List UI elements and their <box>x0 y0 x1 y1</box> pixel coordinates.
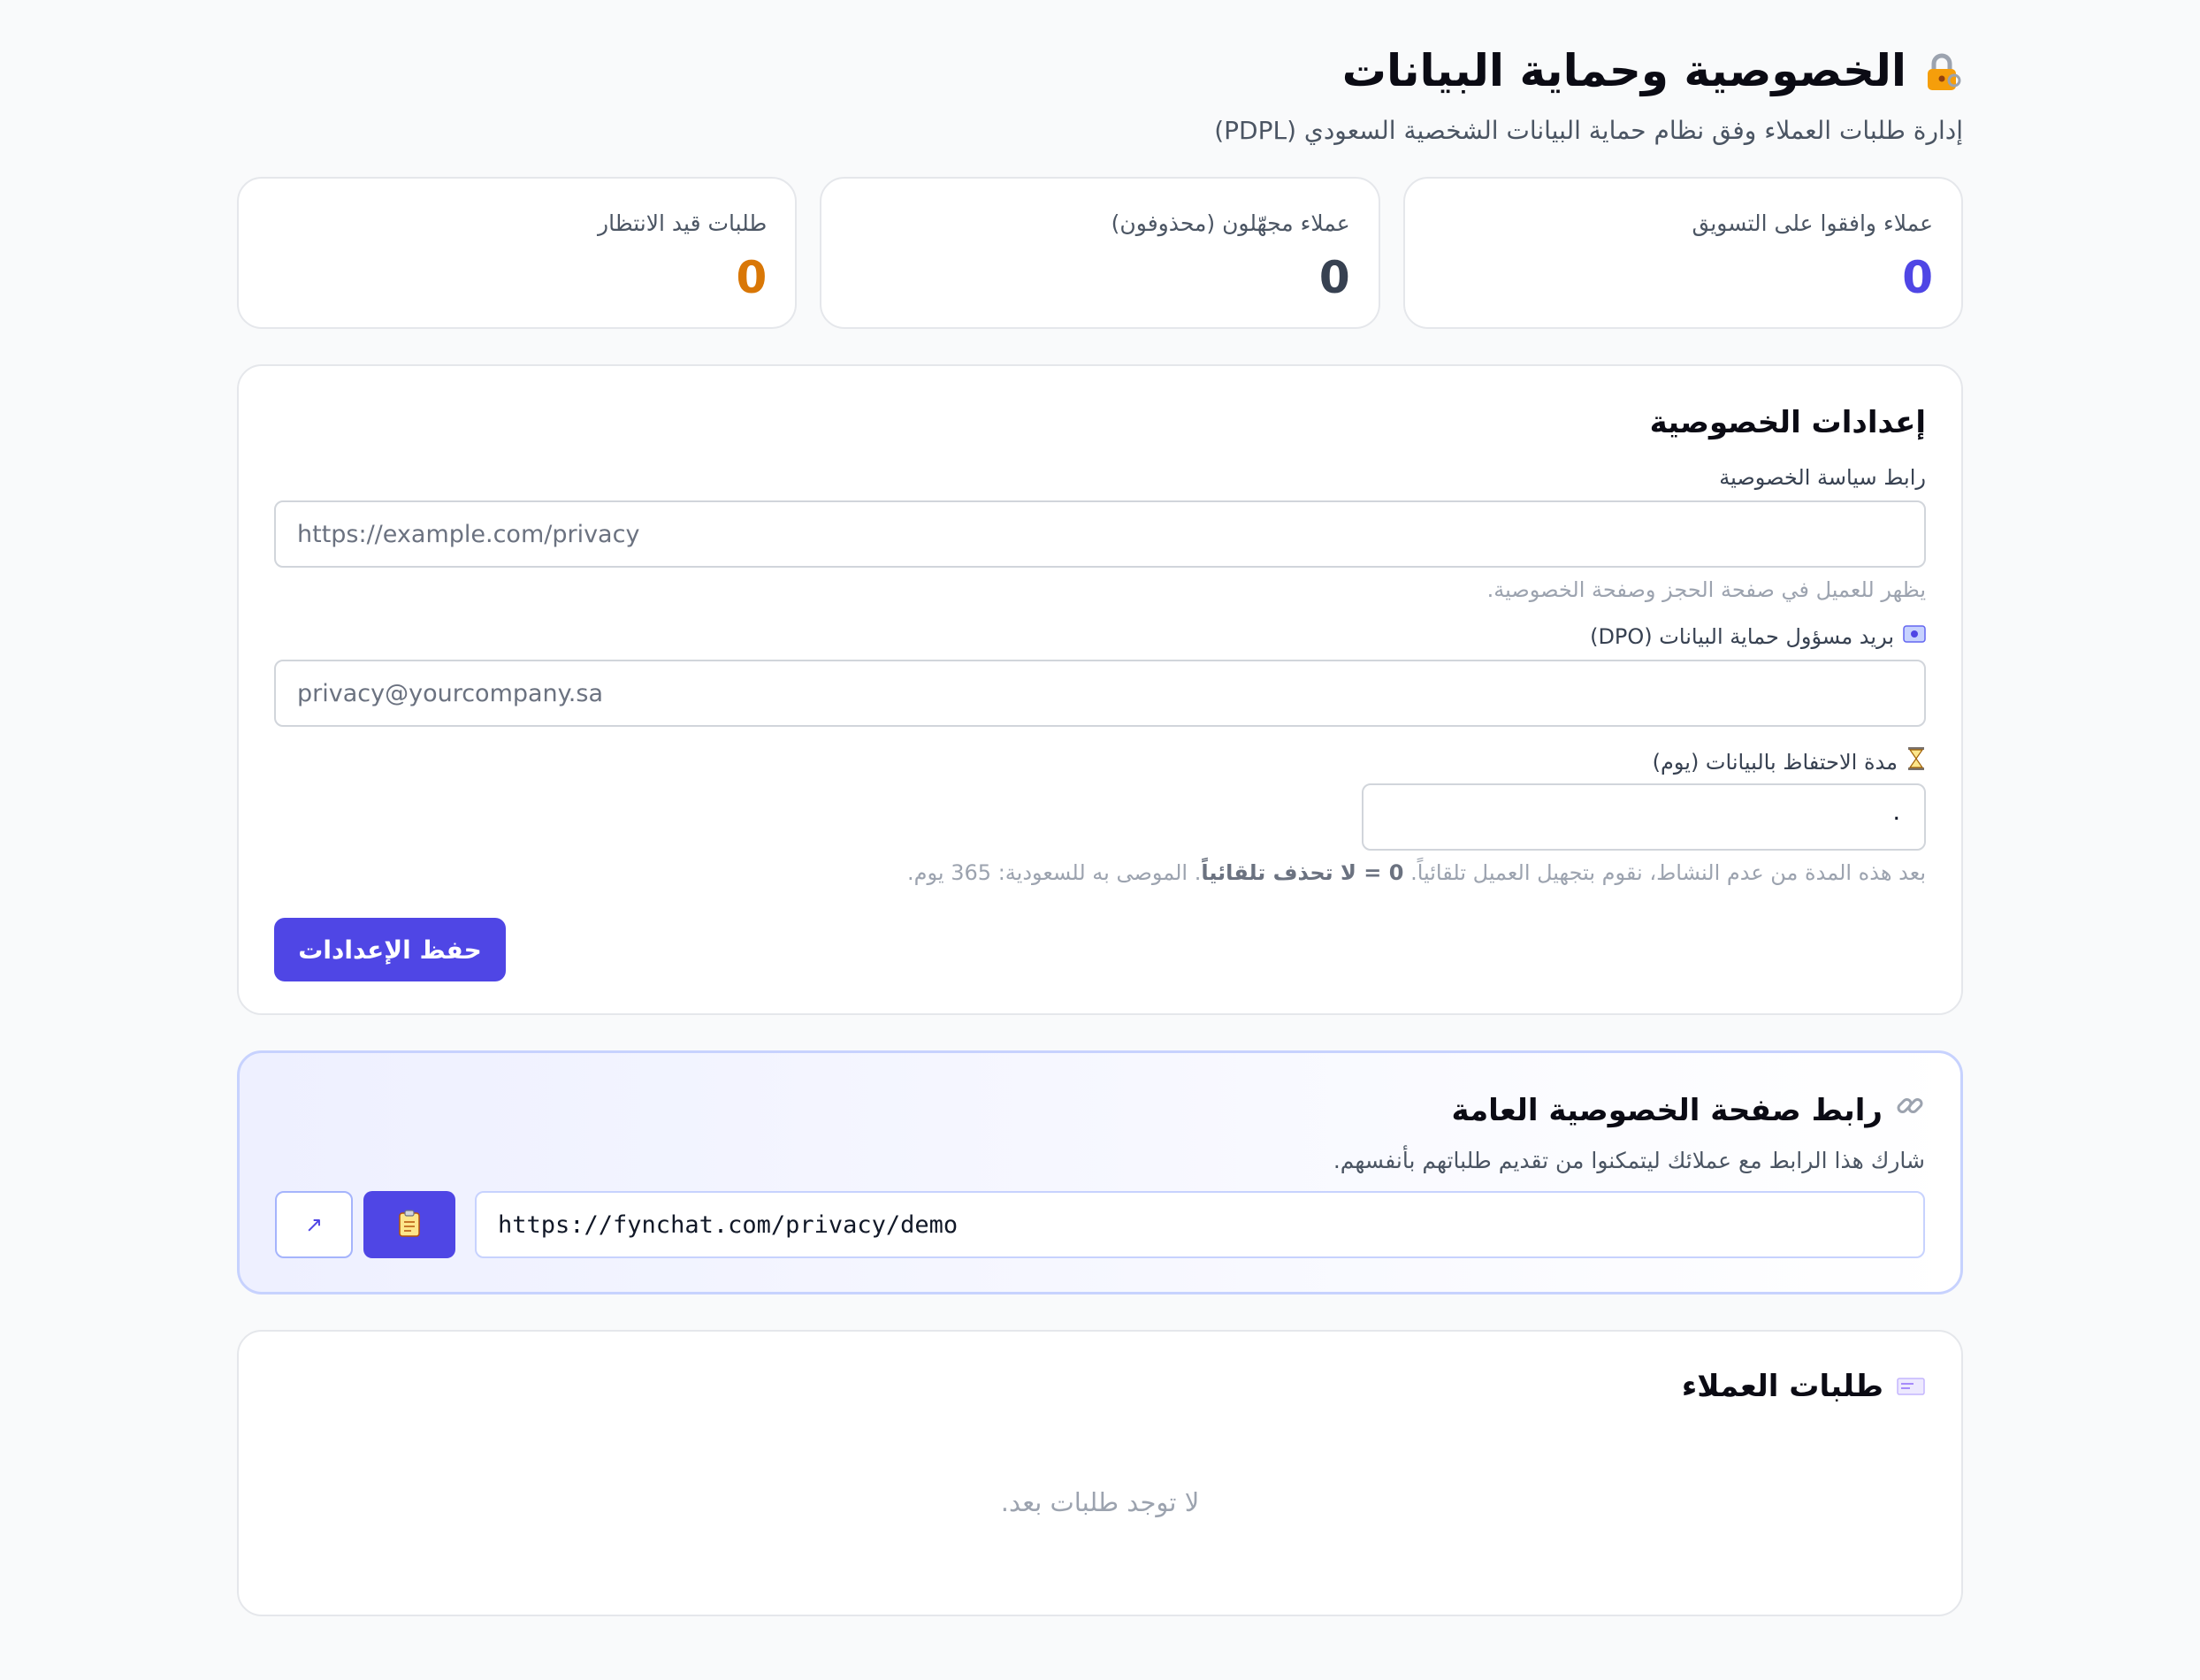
external-link-icon: ↗ <box>304 1212 324 1237</box>
empty-state-text: لا توجد طلبات بعد. <box>1000 1487 1200 1517</box>
retention-hint-text-end: . الموصى به للسعودية: 365 يوم. <box>907 860 1202 885</box>
stat-value: 0 <box>1318 252 1350 303</box>
policy-url-label: رابط سياسة الخصوصية <box>1719 465 1926 490</box>
inbox-icon <box>1896 1367 1926 1406</box>
settings-title: إعدادات الخصوصية <box>1649 405 1926 440</box>
public-link-description: شارك هذا الرابط مع عملائك ليتمكنوا من تق… <box>1333 1148 1925 1173</box>
retention-hint: بعد هذه المدة من عدم النشاط، نقوم بتجهيل… <box>907 858 1926 888</box>
page-subtitle: إدارة طلبات العملاء وفق نظام حماية البيا… <box>1214 116 1963 145</box>
dpo-email-input[interactable]: privacy@yourcompany.sa <box>274 660 1926 727</box>
stat-card-pending-requests: طلبات قيد الانتظار 0 <box>237 177 798 329</box>
retention-days-value: ٠ <box>1890 803 1903 831</box>
requests-title-row: طلبات العملاء <box>1682 1367 1926 1406</box>
retention-hint-text: بعد هذه المدة من عدم النشاط، نقوم بتجهيل… <box>1403 860 1926 885</box>
retention-label: مدة الاحتفاظ بالبيانات (يوم) <box>1652 750 1898 775</box>
email-icon <box>1903 622 1926 651</box>
copy-link-button[interactable] <box>363 1191 455 1258</box>
stat-value: 0 <box>1902 252 1933 303</box>
customer-requests-card: طلبات العملاء لا توجد طلبات بعد. <box>237 1330 1963 1616</box>
link-icon <box>1895 1090 1925 1130</box>
retention-hint-bold: 0 = لا تحذف تلقائياً <box>1201 860 1404 885</box>
stat-card-anonymized: عملاء مجهّلون (محذوفون) 0 <box>820 177 1380 329</box>
hourglass-icon <box>1906 746 1926 778</box>
stat-card-marketing-consent: عملاء وافقوا على التسويق 0 <box>1402 177 1963 329</box>
public-link-url-field[interactable]: https://fynchat.com/privacy/demo <box>475 1191 1925 1258</box>
public-link-title-row: رابط صفحة الخصوصية العامة <box>1451 1090 1925 1130</box>
public-link-url: https://fynchat.com/privacy/demo <box>498 1210 959 1239</box>
page-title-text: الخصوصية وحماية البيانات <box>1341 45 1906 96</box>
stat-value: 0 <box>736 252 768 303</box>
dpo-email-label: بريد مسؤول حماية البيانات (DPO) <box>1590 624 1894 649</box>
stat-label: عملاء وافقوا على التسويق <box>1692 210 1933 236</box>
stats-row: عملاء وافقوا على التسويق 0 عملاء مجهّلون… <box>237 177 1963 329</box>
lock-icon <box>1921 50 1963 92</box>
retention-days-input[interactable]: ٠ <box>1362 783 1926 851</box>
dpo-email-label-row: بريد مسؤول حماية البيانات (DPO) <box>1590 622 1926 651</box>
policy-url-input[interactable]: https://example.com/privacy <box>274 500 1926 568</box>
clipboard-icon <box>397 1209 422 1241</box>
privacy-settings-card: إعدادات الخصوصية رابط سياسة الخصوصية htt… <box>237 364 1963 1015</box>
privacy-page: الخصوصية وحماية البيانات إدارة طلبات الع… <box>0 0 2200 1680</box>
page-title: الخصوصية وحماية البيانات <box>237 42 1963 99</box>
public-privacy-link-card: رابط صفحة الخصوصية العامة شارك هذا الراب… <box>237 1050 1963 1294</box>
requests-title: طلبات العملاء <box>1681 1369 1883 1404</box>
save-settings-button[interactable]: حفظ الإعدادات <box>274 918 506 981</box>
stat-label: عملاء مجهّلون (محذوفون) <box>1111 210 1350 236</box>
retention-label-row: مدة الاحتفاظ بالبيانات (يوم) <box>1653 746 1926 778</box>
open-link-button[interactable]: ↗ <box>275 1191 353 1258</box>
page-header: الخصوصية وحماية البيانات إدارة طلبات الع… <box>237 42 1963 149</box>
public-link-title: رابط صفحة الخصوصية العامة <box>1451 1092 1883 1128</box>
policy-url-hint: يظهر للعميل في صفحة الحجز وصفحة الخصوصية… <box>1486 577 1926 602</box>
stat-label: طلبات قيد الانتظار <box>598 210 768 236</box>
